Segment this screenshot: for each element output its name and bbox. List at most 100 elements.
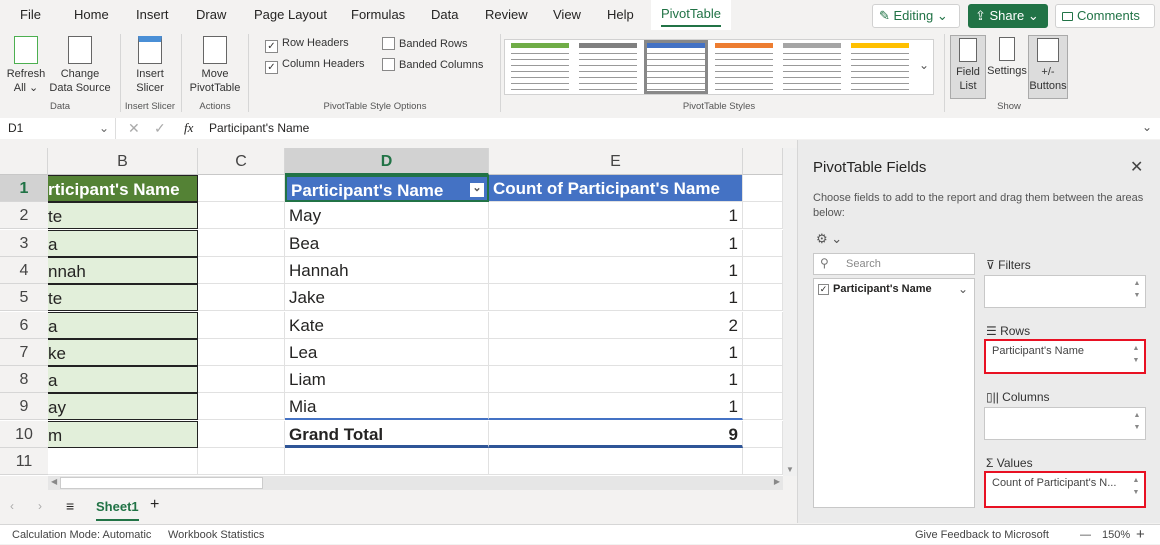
source-cell[interactable]: te [48,202,198,230]
settings-button[interactable]: Settings [987,37,1027,78]
cell[interactable] [198,202,285,230]
gear-icon[interactable]: ⚙ ⌄ [816,231,842,247]
cell[interactable] [198,338,285,366]
pivot-count-value[interactable]: 2 [489,311,743,339]
cell[interactable] [198,393,285,421]
column-header-e[interactable]: E [489,148,743,175]
pivot-count-value[interactable]: 1 [489,338,743,366]
tab-data[interactable]: Data [431,7,458,22]
pivot-row-label[interactable]: Liam [285,366,489,394]
source-cell[interactable]: te [48,284,198,312]
source-header-cell[interactable]: rticipant's Name [48,175,198,202]
cell[interactable] [743,338,783,366]
move-pivottable-button[interactable]: Move PivotTable [186,36,244,95]
close-icon[interactable]: ✕ [1130,157,1143,177]
pivot-style-swatch[interactable] [715,43,773,91]
filters-area[interactable]: ▲ ▼ [984,275,1146,308]
cell[interactable] [489,448,743,475]
rows-area-item[interactable]: Participant's Name [992,345,1084,357]
cell[interactable] [198,229,285,257]
pivot-row-label[interactable]: Bea [285,229,489,257]
pivot-count-value[interactable]: 1 [489,229,743,257]
cell[interactable] [198,284,285,312]
cell[interactable] [48,448,198,475]
pivot-row-header-cell[interactable]: Participant's Name ⌄ [285,175,489,202]
pivot-style-swatch[interactable] [644,40,708,94]
pivot-style-swatch[interactable] [851,43,909,91]
cancel-icon[interactable]: ✕ [128,120,140,137]
pivot-row-label[interactable]: Kate [285,311,489,339]
share-button[interactable]: ⇪ Share ⌄ [968,4,1048,28]
plus-minus-buttons-toggle[interactable]: +/- Buttons [1028,35,1068,99]
enter-icon[interactable]: ✓ [154,120,166,137]
source-cell[interactable]: a [48,311,198,339]
tab-help[interactable]: Help [607,7,634,22]
add-sheet-icon[interactable]: + [150,496,159,514]
source-cell[interactable]: a [48,366,198,394]
tab-page-layout[interactable]: Page Layout [254,7,327,22]
cell[interactable] [743,175,783,202]
cell[interactable] [743,256,783,284]
chevron-down-icon[interactable]: ⌄ [958,282,968,296]
refresh-all-button[interactable]: Refresh All ⌄ [6,36,46,95]
grand-total-label[interactable]: Grand Total [285,420,489,448]
zoom-level[interactable]: 150% [1102,525,1130,545]
give-feedback-link[interactable]: Give Feedback to Microsoft [915,525,1049,545]
row-header[interactable]: 7 [0,338,48,366]
cell[interactable] [743,393,783,421]
pivot-count-value[interactable]: 1 [489,284,743,312]
values-area-item[interactable]: Count of Participant's N... [992,477,1116,489]
cell[interactable] [743,366,783,394]
filter-dropdown-icon[interactable]: ⌄ [470,183,484,197]
cell[interactable] [743,448,783,475]
pivot-style-swatch[interactable] [511,43,569,91]
prev-sheet-icon[interactable]: ‹ [10,499,14,513]
banded-rows-checkbox[interactable]: Banded Rows [382,37,468,50]
pivot-count-value[interactable]: 1 [489,256,743,284]
row-header[interactable]: 11 [0,448,48,475]
cell[interactable] [743,420,783,448]
all-sheets-icon[interactable]: ≡ [66,498,74,514]
column-header-d[interactable]: D [285,148,489,175]
field-participants-name[interactable]: ✓ Participant's Name [818,283,932,295]
horizontal-scrollbar[interactable]: ◀ ▶ [48,476,783,490]
row-header[interactable]: 10 [0,420,48,448]
pivot-row-label[interactable]: Hannah [285,256,489,284]
values-area[interactable]: Count of Participant's N... ▲ ▼ [984,471,1146,508]
comments-button[interactable]: Comments [1055,4,1155,28]
editing-button[interactable]: ✎ Editing ⌄ [872,4,960,28]
worksheet-grid[interactable]: B C D E ▼ 1 rticipant's Name 2 te 3 a 4 nnah 5 te… [0,148,797,476]
insert-slicer-button[interactable]: Insert Slicer [128,36,172,95]
name-box[interactable]: D1 ⌄ [4,118,116,139]
spinner[interactable]: ▲ ▼ [1131,278,1143,305]
cell[interactable] [743,284,783,312]
cell[interactable] [743,202,783,230]
columns-area[interactable]: ▲ ▼ [984,407,1146,440]
column-header-c[interactable]: C [198,148,285,175]
cell[interactable] [285,448,489,475]
pivot-row-label[interactable]: Mia [285,393,489,421]
field-search-input[interactable]: ⚲ Search [813,253,975,275]
next-sheet-icon[interactable]: › [38,499,42,513]
pivot-row-label[interactable]: Lea [285,338,489,366]
field-list-button[interactable]: Field List [950,35,986,99]
pivot-count-value[interactable]: 1 [489,202,743,230]
source-cell[interactable]: a [48,229,198,257]
tab-pivottable[interactable]: PivotTable [651,0,731,30]
column-header-b[interactable]: B [48,148,198,175]
zoom-in-button[interactable]: + [1136,525,1145,545]
tab-file[interactable]: File [20,7,41,22]
row-header[interactable]: 1 [0,175,48,202]
tab-draw[interactable]: Draw [196,7,226,22]
change-data-source-button[interactable]: Change Data Source [48,36,112,95]
source-cell[interactable]: ay [48,393,198,421]
cell[interactable] [198,175,285,202]
checkbox-checked-icon[interactable]: ✓ [818,284,829,295]
source-cell[interactable]: nnah [48,256,198,284]
cell[interactable] [198,420,285,448]
cell[interactable] [198,448,285,475]
pivot-count-value[interactable]: 1 [489,366,743,394]
gallery-more-icon[interactable]: ⌄ [919,58,929,72]
fx-icon[interactable]: fx [184,120,193,136]
source-cell[interactable]: m [48,420,198,448]
